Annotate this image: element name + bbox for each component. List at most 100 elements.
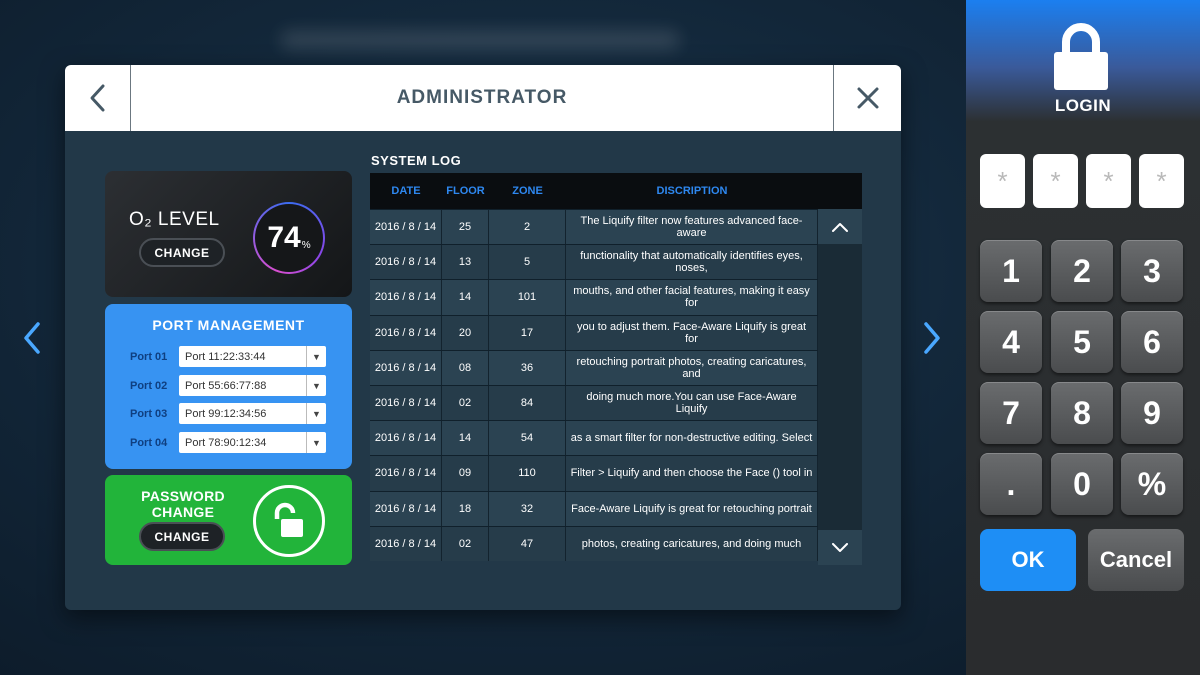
table-row[interactable]: 2016 / 8 / 14 02 84 doing much more.You … xyxy=(370,384,862,421)
back-button[interactable] xyxy=(65,65,131,131)
keypad-key[interactable]: 5 xyxy=(1051,311,1113,373)
keypad-key[interactable]: . xyxy=(980,453,1042,515)
table-row[interactable]: 2016 / 8 / 14 09 110 Filter > Liquify an… xyxy=(370,455,862,491)
cell-floor: 20 xyxy=(442,315,489,350)
cell-date: 2016 / 8 / 14 xyxy=(370,315,442,350)
chevron-up-icon xyxy=(832,222,848,232)
table-row[interactable]: 2016 / 8 / 14 20 17 you to adjust them. … xyxy=(370,314,862,350)
cell-floor: 18 xyxy=(442,491,489,526)
pin-digit-box[interactable]: * xyxy=(1139,154,1184,208)
unlock-icon xyxy=(274,502,303,537)
system-log-table: DATE FLOOR ZONE DISCRIPTION 2016 / 8 / 1… xyxy=(370,173,862,565)
pin-digit-box[interactable]: * xyxy=(980,154,1025,208)
ok-button[interactable]: OK xyxy=(980,529,1076,591)
page-title: ADMINISTRATOR xyxy=(396,87,568,108)
triangle-down-icon: ▼ xyxy=(306,432,326,453)
cancel-button[interactable]: Cancel xyxy=(1088,529,1184,591)
port-label: Port 03 xyxy=(130,407,168,420)
system-log-title: SYSTEM LOG xyxy=(371,153,462,168)
cell-description: photos, creating caricatures, and doing … xyxy=(566,526,818,561)
login-label: LOGIN xyxy=(1054,96,1112,115)
keypad-key[interactable]: 8 xyxy=(1051,382,1113,444)
cell-zone: 47 xyxy=(489,526,566,561)
table-row[interactable]: 2016 / 8 / 14 13 5 functionality that au… xyxy=(370,244,862,280)
cell-zone: 5 xyxy=(489,245,566,280)
close-button[interactable] xyxy=(833,65,901,131)
port-select[interactable]: Port 78:90:12:34 ▼ xyxy=(179,432,326,453)
table-row[interactable]: 2016 / 8 / 14 02 47 photos, creating car… xyxy=(370,525,862,561)
pin-digit-box[interactable]: * xyxy=(1033,154,1078,208)
column-header-date[interactable]: DATE xyxy=(370,185,442,197)
cell-date: 2016 / 8 / 14 xyxy=(370,350,442,385)
cell-description: functionality that automatically identif… xyxy=(566,245,818,280)
column-header-zone[interactable]: ZONE xyxy=(489,185,566,197)
table-row[interactable]: 2016 / 8 / 14 08 36 retouching portrait … xyxy=(370,349,862,385)
cell-zone: 84 xyxy=(489,385,566,421)
o2-change-button[interactable]: CHANGE xyxy=(139,238,225,267)
cell-zone: 2 xyxy=(489,210,566,245)
port-select-value: Port 11:22:33:44 xyxy=(185,350,266,363)
port-label: Port 04 xyxy=(130,436,168,449)
keypad-key[interactable]: 9 xyxy=(1121,382,1183,444)
table-row[interactable]: 2016 / 8 / 14 25 2 The Liquify filter no… xyxy=(370,209,862,245)
cell-description: you to adjust them. Face-Aware Liquify i… xyxy=(566,315,818,350)
keypad-key[interactable]: 4 xyxy=(980,311,1042,373)
cell-description: doing much more.You can use Face-Aware L… xyxy=(566,385,818,421)
o2-level-label: O₂ LEVEL xyxy=(129,209,220,230)
unlock-button[interactable] xyxy=(253,485,325,557)
cell-zone: 110 xyxy=(489,456,566,491)
o2-level-card: O₂ LEVEL CHANGE 74 % xyxy=(105,171,352,297)
cell-floor: 14 xyxy=(442,280,489,315)
port-label: Port 02 xyxy=(130,379,168,392)
background-blur-text xyxy=(280,30,680,50)
keypad-key[interactable]: % xyxy=(1121,453,1183,515)
port-row: Port 01 Port 11:22:33:44 ▼ xyxy=(130,346,326,367)
scroll-up-button[interactable] xyxy=(818,209,862,244)
cell-date: 2016 / 8 / 14 xyxy=(370,245,442,280)
cell-date: 2016 / 8 / 14 xyxy=(370,280,442,315)
keypad-key[interactable]: 7 xyxy=(980,382,1042,444)
table-row[interactable]: 2016 / 8 / 14 14 101 mouths, and other f… xyxy=(370,279,862,315)
scrollbar[interactable] xyxy=(818,209,862,565)
table-row[interactable]: 2016 / 8 / 14 18 32 Face-Aware Liquify i… xyxy=(370,490,862,526)
keypad-key[interactable]: 1 xyxy=(980,240,1042,302)
triangle-down-icon: ▼ xyxy=(306,403,326,424)
cell-date: 2016 / 8 / 14 xyxy=(370,491,442,526)
admin-panel: ADMINISTRATOR O₂ LEVEL CHANGE 74 % PORT … xyxy=(65,65,901,610)
cell-zone: 32 xyxy=(489,491,566,526)
port-management-card: PORT MANAGEMENT Port 01 Port 11:22:33:44… xyxy=(105,304,352,469)
table-row[interactable]: 2016 / 8 / 14 14 54 as a smart filter fo… xyxy=(370,420,862,456)
password-change-card: PASSWORD CHANGE CHANGE xyxy=(105,475,352,565)
cell-description: Face-Aware Liquify is great for retouchi… xyxy=(566,491,818,526)
keypad-key[interactable]: 2 xyxy=(1051,240,1113,302)
port-select-value: Port 55:66:77:88 xyxy=(185,379,267,392)
keypad-key[interactable]: 3 xyxy=(1121,240,1183,302)
port-select-value: Port 78:90:12:34 xyxy=(185,436,267,449)
close-icon xyxy=(857,87,878,109)
next-page-arrow[interactable] xyxy=(920,320,944,356)
port-select[interactable]: Port 99:12:34:56 ▼ xyxy=(179,403,326,424)
password-title-line2: CHANGE xyxy=(151,504,215,520)
port-label: Port 01 xyxy=(130,350,168,363)
port-select[interactable]: Port 11:22:33:44 ▼ xyxy=(179,346,326,367)
keypad-key[interactable]: 0 xyxy=(1051,453,1113,515)
cell-zone: 36 xyxy=(489,350,566,385)
scroll-down-button[interactable] xyxy=(818,530,862,565)
port-row: Port 04 Port 78:90:12:34 ▼ xyxy=(130,432,326,453)
keypad-key[interactable]: 6 xyxy=(1121,311,1183,373)
column-header-floor[interactable]: FLOOR xyxy=(442,185,489,197)
cell-floor: 14 xyxy=(442,421,489,456)
cell-date: 2016 / 8 / 14 xyxy=(370,385,442,421)
column-header-description[interactable]: DISCRIPTION xyxy=(566,185,818,197)
password-change-button[interactable]: CHANGE xyxy=(139,522,225,551)
pin-digit-box[interactable]: * xyxy=(1086,154,1131,208)
cell-description: mouths, and other facial features, makin… xyxy=(566,280,818,315)
chevron-down-icon xyxy=(832,542,848,552)
chevron-right-icon xyxy=(924,322,940,354)
o2-gauge: 74 % xyxy=(253,202,325,274)
prev-page-arrow[interactable] xyxy=(20,320,44,356)
cell-zone: 17 xyxy=(489,315,566,350)
cell-zone: 54 xyxy=(489,421,566,456)
port-select[interactable]: Port 55:66:77:88 ▼ xyxy=(179,375,326,396)
cell-zone: 101 xyxy=(489,280,566,315)
